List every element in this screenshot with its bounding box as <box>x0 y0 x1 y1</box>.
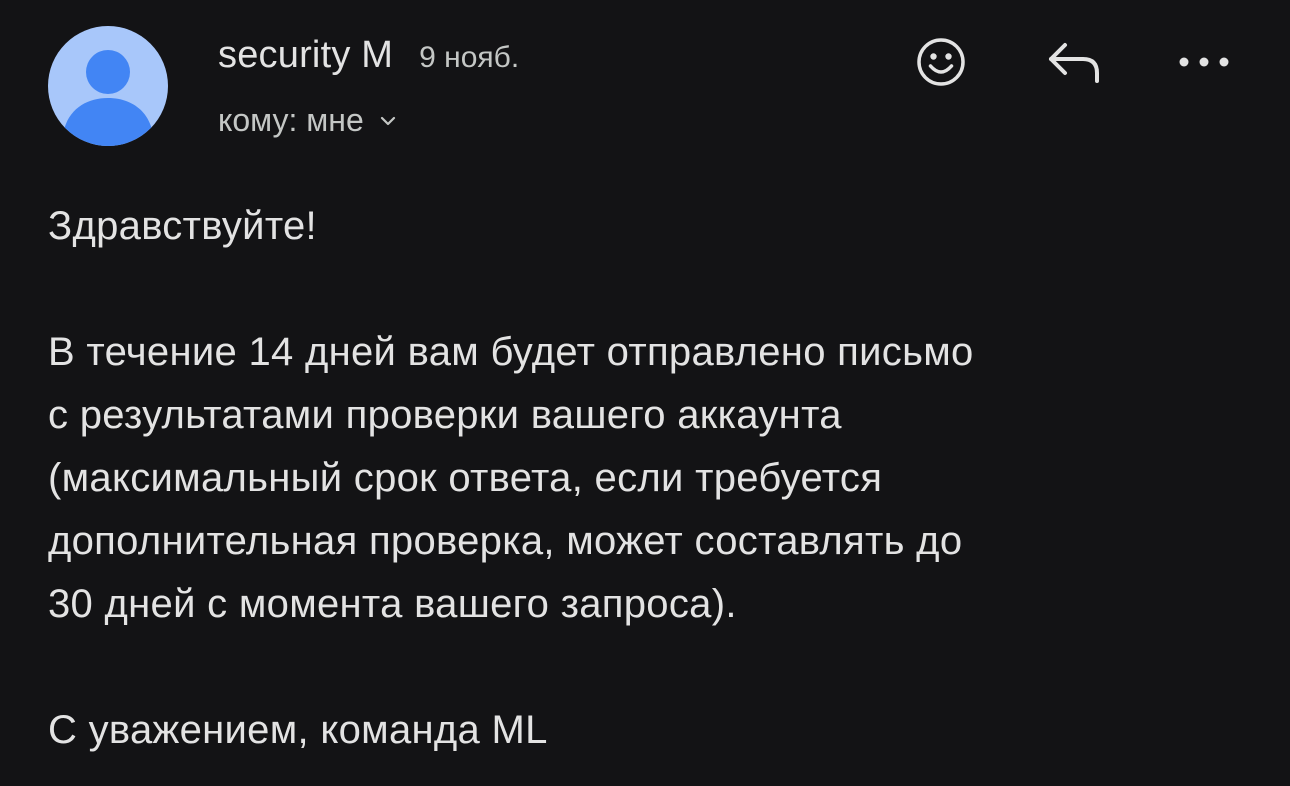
body-line: В течение 14 дней вам будет отправлено п… <box>48 330 974 374</box>
reply-icon <box>1049 43 1099 83</box>
add-reaction-button[interactable] <box>909 30 973 94</box>
emoji-icon <box>917 38 965 86</box>
main-paragraph: В течение 14 дней вам будет отправлено п… <box>48 321 1248 636</box>
message-actions <box>0 30 1290 100</box>
body-line: дополнительная проверка, может составлят… <box>48 519 963 563</box>
body-line: 30 дней с момента вашего запроса). <box>48 582 737 626</box>
recipient-details-toggle[interactable]: кому: мне <box>218 102 396 139</box>
reply-button[interactable] <box>1042 30 1106 94</box>
body-line: с результатами проверки вашего аккаунта <box>48 393 842 437</box>
greeting: Здравствуйте! <box>48 204 317 248</box>
message-header: security M 9 нояб. кому: мне <box>0 0 1290 170</box>
more-options-button[interactable] <box>1172 30 1236 94</box>
chevron-down-icon <box>380 115 396 127</box>
message-body: Здравствуйте! В течение 14 дней вам буде… <box>48 195 1248 762</box>
more-horiz-icon <box>1179 57 1229 67</box>
signature: С уважением, команда ML <box>48 708 548 752</box>
recipient-label: кому: мне <box>218 102 364 138</box>
body-line: (максимальный срок ответа, если требуетс… <box>48 456 883 500</box>
